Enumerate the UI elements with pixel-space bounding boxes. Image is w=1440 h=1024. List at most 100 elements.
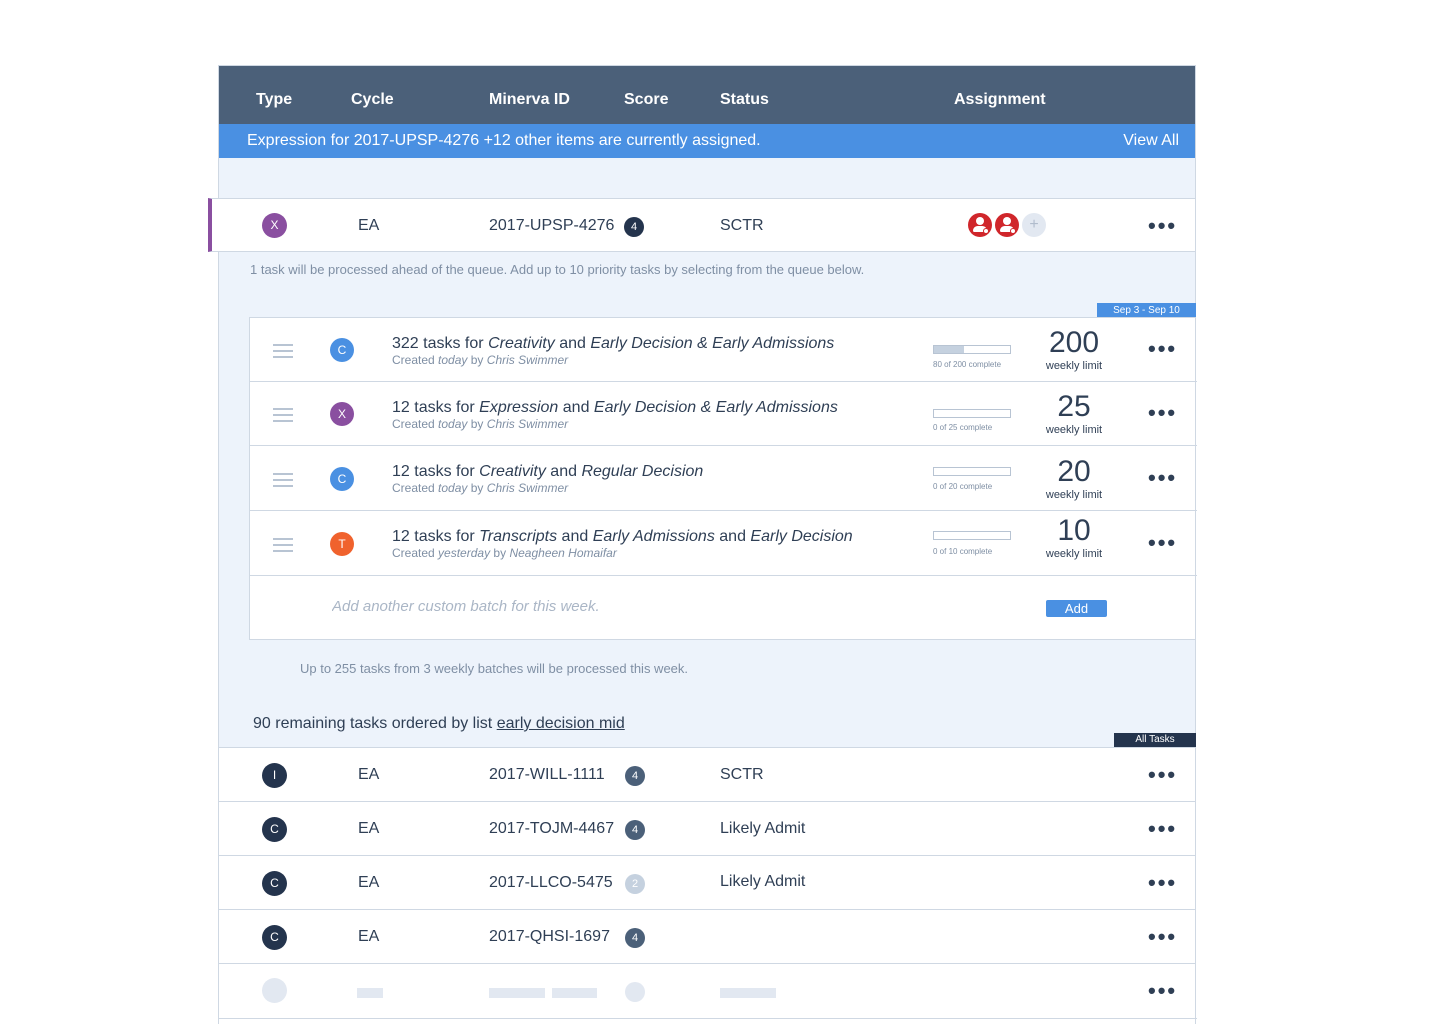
week-range-tag: Sep 3 - Sep 10 [1097, 303, 1196, 318]
drag-handle-icon[interactable] [273, 473, 293, 487]
batch-title: 12 tasks for Expression and Early Decisi… [392, 399, 838, 416]
more-options-icon[interactable]: ••• [1148, 818, 1177, 840]
column-header-cycle[interactable]: Cycle [351, 91, 394, 109]
type-avatar: C [330, 338, 354, 362]
column-header-status[interactable]: Status [720, 91, 769, 109]
minerva-id-cell[interactable]: 2017-UPSP-4276 [489, 217, 614, 235]
loading-placeholder [552, 988, 597, 998]
type-avatar: C [262, 871, 287, 896]
type-avatar: C [330, 467, 354, 491]
weekly-limit-value[interactable]: 10 [1039, 514, 1109, 548]
batch-progress-label: 0 of 10 complete [933, 547, 993, 556]
weekly-processing-note: Up to 255 tasks from 3 weekly batches wi… [300, 661, 689, 676]
batch-created-meta: Created today by Chris Swimmer [392, 353, 569, 367]
type-avatar: C [262, 925, 287, 950]
weekly-limit-value[interactable]: 20 [1039, 455, 1109, 489]
type-avatar: X [330, 402, 354, 426]
drag-handle-icon[interactable] [273, 538, 293, 552]
batch-progress-bar [933, 467, 1011, 476]
queue-list-link[interactable]: early decision mid [497, 715, 625, 732]
add-assignee-button[interactable]: + [1022, 213, 1046, 237]
cycle-cell: EA [358, 928, 380, 945]
priority-task-row[interactable]: X EA 2017-UPSP-4276 4 SCTR + ••• [208, 198, 1196, 252]
assignment-banner: Expression for 2017-UPSP-4276 +12 other … [219, 124, 1195, 158]
table-row[interactable]: C EA 2017-TOJM-4467 4 Likely Admit ••• [218, 801, 1196, 855]
more-options-icon[interactable]: ••• [1148, 872, 1177, 894]
remaining-tasks-heading: 90 remaining tasks ordered by list early… [253, 715, 625, 733]
batch-progress-label: 0 of 25 complete [933, 423, 993, 432]
more-options-icon[interactable]: ••• [1148, 532, 1177, 554]
weekly-limit-label: weekly limit [1045, 489, 1103, 501]
batch-progress-label: 80 of 200 complete [933, 360, 1002, 369]
score-badge: 4 [625, 820, 645, 840]
loading-placeholder [720, 988, 776, 998]
table-row[interactable]: I EA 2017-WILL-1111 4 SCTR ••• [218, 747, 1196, 801]
status-cell: SCTR [720, 766, 764, 783]
batch-row[interactable]: X 12 tasks for Expression and Early Deci… [250, 382, 1197, 446]
batch-created-meta: Created today by Chris Swimmer [392, 417, 569, 431]
status-cell: Likely Admit [720, 873, 806, 890]
priority-note: 1 task will be processed ahead of the qu… [250, 262, 865, 277]
status-cell: SCTR [720, 217, 764, 234]
batch-row[interactable]: C 322 tasks for Creativity and Early Dec… [250, 318, 1197, 382]
batch-progress-bar [933, 531, 1011, 540]
batch-row[interactable]: C 12 tasks for Creativity and Regular De… [250, 446, 1197, 511]
score-badge: 4 [625, 766, 645, 786]
weekly-batches: C 322 tasks for Creativity and Early Dec… [249, 317, 1197, 640]
more-options-icon[interactable]: ••• [1148, 338, 1177, 360]
weekly-limit-value[interactable]: 200 [1039, 326, 1109, 360]
minerva-id-cell[interactable]: 2017-LLCO-5475 [489, 874, 613, 892]
cycle-cell: EA [358, 766, 380, 783]
column-header-score[interactable]: Score [624, 91, 668, 109]
type-avatar: I [262, 763, 287, 788]
score-badge: 4 [625, 928, 645, 948]
cycle-cell: EA [358, 217, 380, 234]
weekly-limit-label: weekly limit [1045, 360, 1103, 372]
batch-created-meta: Created yesterday by Neagheen Homaifar [392, 546, 617, 560]
weekly-limit-value[interactable]: 25 [1039, 390, 1109, 424]
type-avatar: C [262, 817, 287, 842]
table-header: Type Cycle Minerva ID Score Status Assig… [219, 66, 1195, 124]
batch-row[interactable]: T 12 tasks for Transcripts and Early Adm… [250, 511, 1197, 576]
add-batch-input[interactable] [332, 598, 932, 615]
score-badge: 4 [624, 217, 644, 237]
column-header-assignment[interactable]: Assignment [954, 91, 1046, 109]
banner-message: Expression for 2017-UPSP-4276 +12 other … [247, 132, 761, 149]
type-avatar: T [330, 532, 354, 556]
minerva-id-cell[interactable]: 2017-TOJM-4467 [489, 820, 614, 838]
more-options-icon[interactable]: ••• [1148, 467, 1177, 489]
all-tasks-tag: All Tasks [1114, 733, 1196, 747]
more-options-icon[interactable]: ••• [1148, 926, 1177, 948]
batch-title: 322 tasks for Creativity and Early Decis… [392, 335, 835, 352]
cycle-cell: EA [358, 874, 380, 891]
loading-avatar-placeholder [262, 978, 287, 1003]
more-options-icon[interactable]: ••• [1148, 215, 1177, 237]
batch-created-meta: Created today by Chris Swimmer [392, 481, 569, 495]
minerva-id-cell[interactable]: 2017-QHSI-1697 [489, 928, 610, 946]
remaining-tasks-label: 90 remaining tasks ordered by list [253, 715, 493, 732]
assignee-avatar-icon[interactable] [995, 213, 1019, 237]
table-row[interactable]: C EA 2017-QHSI-1697 4 ••• [218, 909, 1196, 963]
cycle-cell: EA [358, 820, 380, 837]
status-cell: Likely Admit [720, 820, 806, 837]
weekly-limit-label: weekly limit [1045, 424, 1103, 436]
view-all-link[interactable]: View All [1123, 132, 1179, 150]
more-options-icon[interactable]: ••• [1148, 402, 1177, 424]
batch-progress-label: 0 of 20 complete [933, 482, 993, 491]
minerva-id-cell[interactable]: 2017-WILL-1111 [489, 766, 605, 784]
loading-row: ••• [218, 963, 1197, 1024]
table-row[interactable]: C EA 2017-LLCO-5475 2 Likely Admit ••• [218, 855, 1196, 909]
drag-handle-icon[interactable] [273, 344, 293, 358]
column-header-minerva-id[interactable]: Minerva ID [489, 91, 570, 109]
assignee-avatar-icon[interactable] [968, 213, 992, 237]
add-batch-row: Add [250, 576, 1197, 640]
more-options-icon[interactable]: ••• [1148, 980, 1177, 1002]
batch-title: 12 tasks for Creativity and Regular Deci… [392, 463, 704, 480]
type-avatar: X [262, 213, 287, 238]
more-options-icon[interactable]: ••• [1148, 764, 1177, 786]
weekly-limit-label: weekly limit [1045, 548, 1103, 560]
drag-handle-icon[interactable] [273, 408, 293, 422]
add-batch-button[interactable]: Add [1046, 600, 1107, 617]
loading-placeholder [357, 988, 383, 998]
column-header-type[interactable]: Type [256, 91, 292, 109]
